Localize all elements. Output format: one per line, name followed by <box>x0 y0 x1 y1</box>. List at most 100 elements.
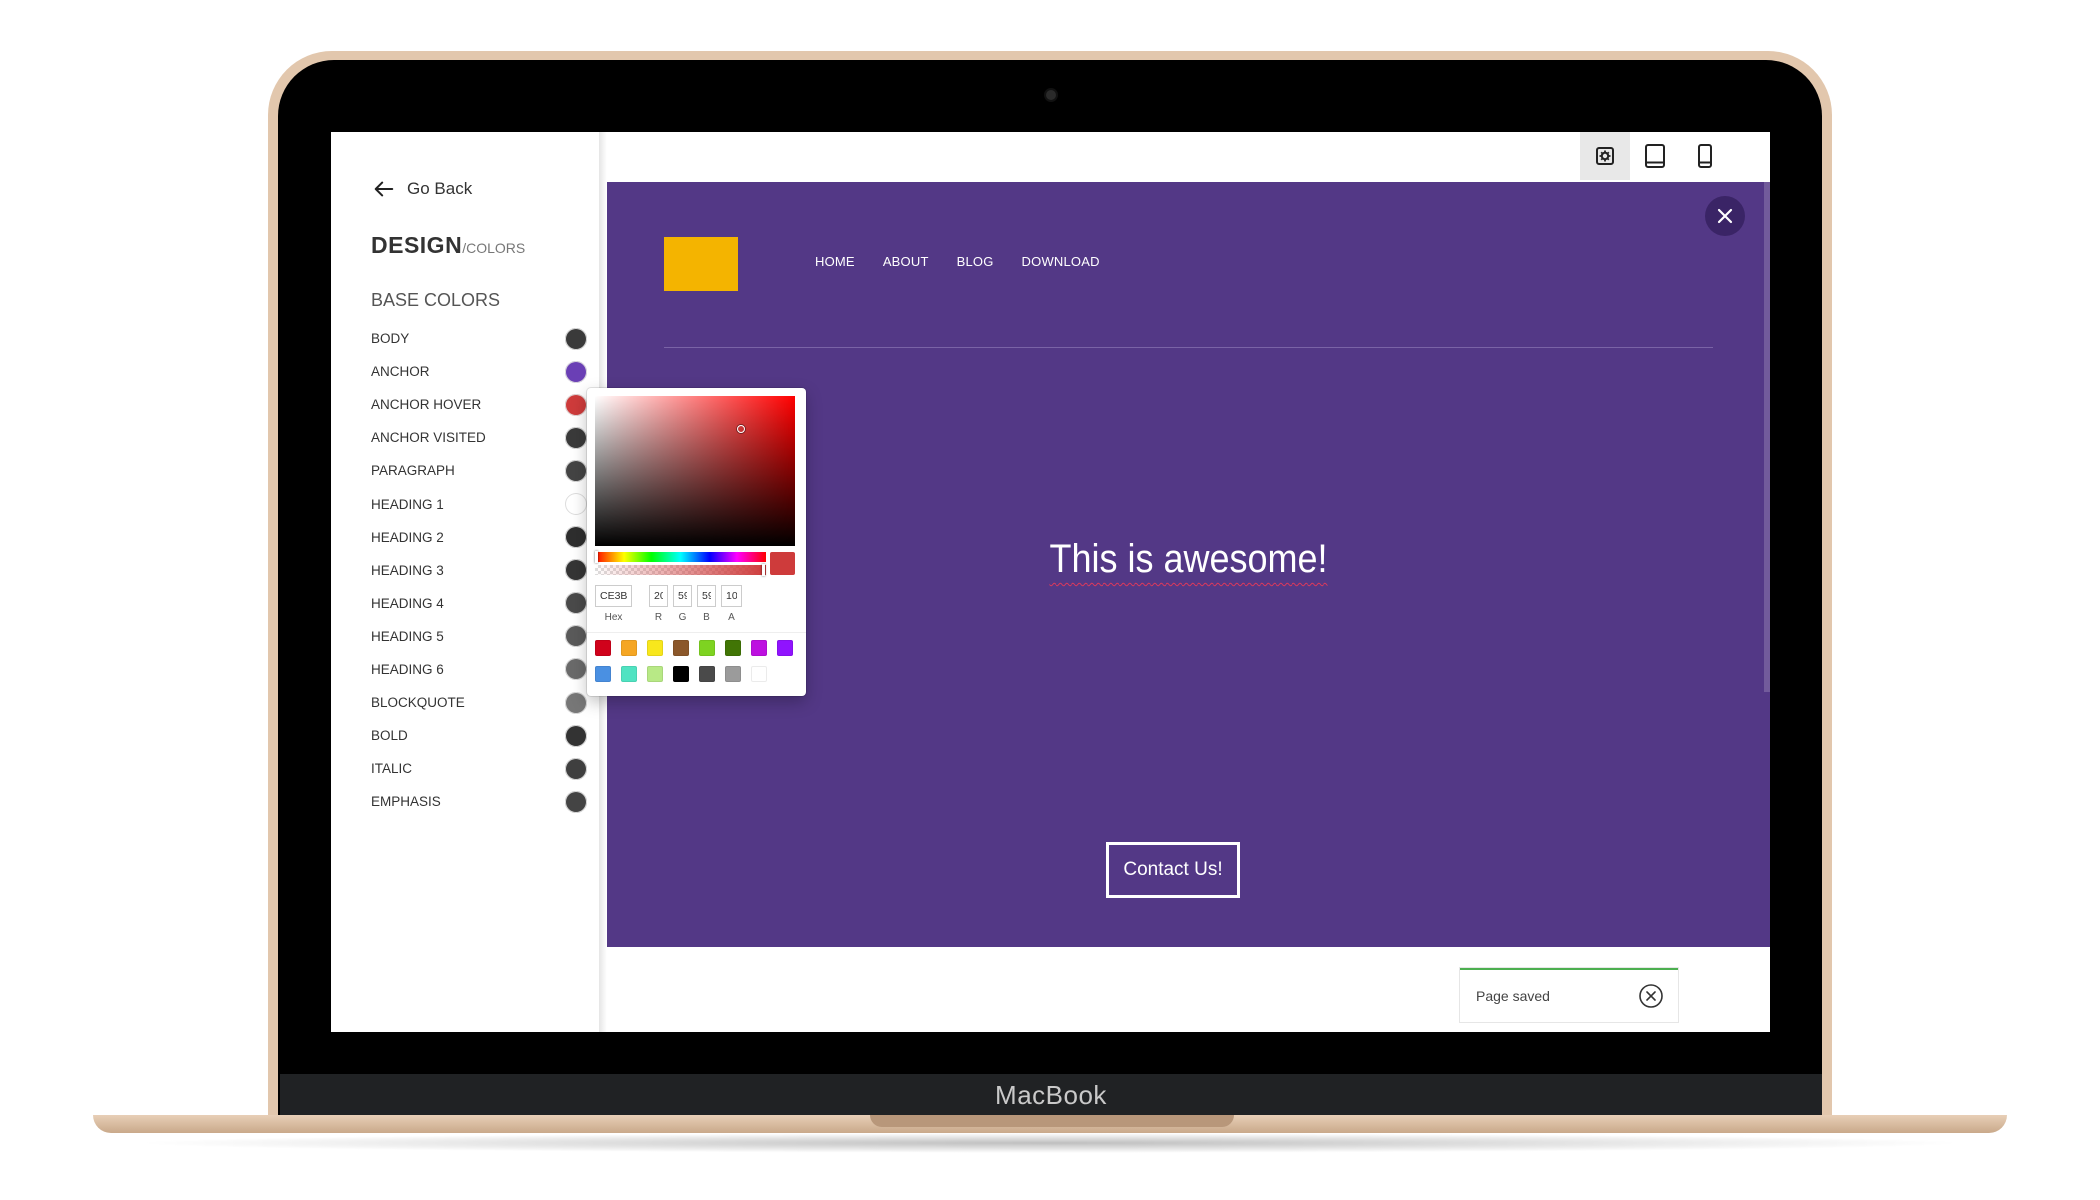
nav-item-about[interactable]: ABOUT <box>883 254 929 269</box>
tablet-icon <box>1645 144 1665 168</box>
color-row-anchor-visited[interactable]: ANCHOR VISITED <box>371 421 587 454</box>
close-preview-button[interactable] <box>1705 196 1745 236</box>
color-row-label: HEADING 3 <box>371 562 444 578</box>
color-row-bold[interactable]: BOLD <box>371 719 587 752</box>
color-swatch[interactable] <box>565 426 587 449</box>
nav-item-blog[interactable]: BLOG <box>957 254 994 269</box>
app-screen: Go Back DESIGN/COLORS BASE COLORS BODY AN… <box>331 132 1770 1032</box>
color-row-label: BOLD <box>371 728 408 744</box>
color-row-label: PARAGRAPH <box>371 463 455 479</box>
color-swatch[interactable] <box>565 691 587 714</box>
toast-notification: Page saved <box>1460 968 1678 1022</box>
color-swatch[interactable] <box>565 724 587 747</box>
color-row-heading-2[interactable]: HEADING 2 <box>371 521 587 554</box>
alpha-slider[interactable] <box>595 564 766 576</box>
color-row-label: BODY <box>371 331 410 347</box>
hex-input[interactable] <box>595 585 632 607</box>
red-input[interactable] <box>649 585 668 607</box>
preset-swatch[interactable] <box>725 666 741 682</box>
alpha-handle[interactable] <box>762 564 765 576</box>
close-icon <box>1717 208 1733 224</box>
color-row-label: HEADING 5 <box>371 628 444 644</box>
color-swatch[interactable] <box>565 757 587 780</box>
preset-swatch[interactable] <box>621 666 637 682</box>
tablet-view-button[interactable] <box>1630 132 1680 180</box>
color-swatch[interactable] <box>565 360 587 383</box>
color-swatch[interactable] <box>565 625 587 648</box>
preset-swatch[interactable] <box>777 640 793 656</box>
color-row-heading-6[interactable]: HEADING 6 <box>371 653 587 686</box>
saturation-area[interactable] <box>595 396 795 546</box>
color-row-heading-1[interactable]: HEADING 1 <box>371 487 587 520</box>
color-swatch[interactable] <box>565 559 587 582</box>
preset-swatch[interactable] <box>751 666 767 682</box>
color-row-label: BLOCKQUOTE <box>371 695 465 711</box>
settings-view-button[interactable] <box>1580 132 1630 180</box>
site-logo[interactable] <box>664 237 738 291</box>
hero-text: This is awesome! <box>1049 537 1328 581</box>
red-label: R <box>654 612 663 623</box>
color-swatch[interactable] <box>565 526 587 549</box>
color-list: BODY ANCHOR ANCHOR HOVER ANCHOR VISITED PARA… <box>371 322 587 818</box>
close-circle-icon[interactable] <box>1638 983 1664 1009</box>
color-row-label: HEADING 1 <box>371 496 444 512</box>
color-swatch[interactable] <box>565 459 587 482</box>
preset-swatch[interactable] <box>595 640 611 656</box>
preset-swatch[interactable] <box>725 640 741 656</box>
color-swatch[interactable] <box>565 592 587 615</box>
go-back-button[interactable]: Go Back <box>373 178 472 200</box>
color-swatch[interactable] <box>565 393 587 416</box>
preset-swatches-row-1 <box>595 640 793 656</box>
phone-view-button[interactable] <box>1680 132 1730 180</box>
green-label: G <box>678 612 687 623</box>
color-row-emphasis[interactable]: EMPHASIS <box>371 785 587 818</box>
color-swatch[interactable] <box>565 790 587 813</box>
color-row-anchor[interactable]: ANCHOR <box>371 355 587 388</box>
preset-swatch[interactable] <box>647 640 663 656</box>
page-title: DESIGN/COLORS <box>371 232 525 259</box>
color-swatch[interactable] <box>565 493 587 516</box>
color-row-heading-5[interactable]: HEADING 5 <box>371 620 587 653</box>
preset-swatch[interactable] <box>673 666 689 682</box>
picker-divider <box>587 632 806 633</box>
color-row-italic[interactable]: ITALIC <box>371 752 587 785</box>
device-toolbar <box>1580 132 1730 180</box>
design-sidebar: Go Back DESIGN/COLORS BASE COLORS BODY AN… <box>331 132 601 1032</box>
blue-input[interactable] <box>697 585 716 607</box>
nav-item-download[interactable]: DOWNLOAD <box>1022 254 1100 269</box>
preset-swatch[interactable] <box>595 666 611 682</box>
color-row-blockquote[interactable]: BLOCKQUOTE <box>371 686 587 719</box>
color-swatch[interactable] <box>565 327 587 350</box>
gear-icon <box>1596 147 1614 165</box>
preset-swatch[interactable] <box>673 640 689 656</box>
current-color-swatch <box>770 552 795 575</box>
saturation-handle[interactable] <box>737 425 745 433</box>
green-input[interactable] <box>673 585 692 607</box>
section-title: BASE COLORS <box>371 290 501 310</box>
color-row-heading-4[interactable]: HEADING 4 <box>371 587 587 620</box>
preset-swatch[interactable] <box>751 640 767 656</box>
color-swatch[interactable] <box>565 658 587 681</box>
color-row-label: ANCHOR <box>371 364 430 380</box>
webcam <box>1046 90 1056 100</box>
color-row-anchor-hover[interactable]: ANCHOR HOVER <box>371 388 587 421</box>
header-divider <box>664 347 1713 348</box>
preset-swatch[interactable] <box>699 666 715 682</box>
site-nav: HOME ABOUT BLOG DOWNLOAD <box>815 254 1100 269</box>
preset-swatch[interactable] <box>699 640 715 656</box>
preset-swatch[interactable] <box>647 666 663 682</box>
color-row-paragraph[interactable]: PARAGRAPH <box>371 454 587 487</box>
color-picker: Hex R G B A <box>587 388 806 696</box>
hue-slider[interactable] <box>595 551 766 563</box>
alpha-input[interactable] <box>721 585 742 607</box>
page-title-sub: /COLORS <box>462 240 526 256</box>
preset-swatch[interactable] <box>621 640 637 656</box>
nav-item-home[interactable]: HOME <box>815 254 855 269</box>
page-title-main: DESIGN <box>371 232 463 258</box>
contact-button[interactable]: Contact Us! <box>1106 842 1240 898</box>
hue-handle[interactable] <box>595 551 598 563</box>
color-row-body[interactable]: BODY <box>371 322 587 355</box>
hero-heading[interactable]: This is awesome! <box>665 537 1712 582</box>
preview-scrollbar[interactable] <box>1764 182 1770 692</box>
color-row-heading-3[interactable]: HEADING 3 <box>371 554 587 587</box>
